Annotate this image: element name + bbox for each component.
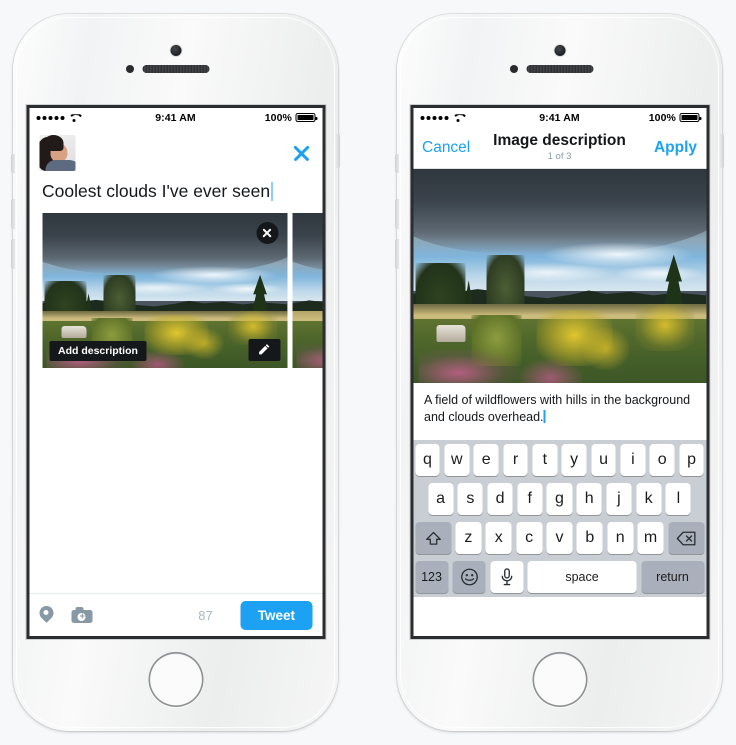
- remove-photo-icon[interactable]: [256, 221, 278, 244]
- key-a[interactable]: a: [428, 483, 454, 515]
- battery-full-icon: [295, 112, 318, 123]
- key-m[interactable]: m: [637, 522, 664, 554]
- key-d[interactable]: d: [487, 483, 513, 515]
- microphone-icon[interactable]: [490, 561, 523, 593]
- tweet-button[interactable]: Tweet: [240, 600, 312, 630]
- key-g[interactable]: g: [546, 483, 573, 515]
- volume-up-button[interactable]: [395, 199, 399, 229]
- key-r[interactable]: r: [503, 444, 528, 476]
- compose-tweet-screen: 9:41 AM 100% Coolest clouds I've ever se…: [29, 108, 322, 636]
- key-y[interactable]: y: [561, 444, 587, 476]
- numbers-key[interactable]: 123: [415, 561, 448, 593]
- key-o[interactable]: o: [649, 444, 675, 476]
- photo-scene: [413, 169, 706, 383]
- key-b[interactable]: b: [576, 522, 603, 554]
- key-l[interactable]: l: [665, 483, 691, 515]
- key-e[interactable]: e: [473, 444, 499, 476]
- earpiece-speaker: [142, 65, 209, 73]
- apply-button[interactable]: Apply: [654, 139, 697, 157]
- front-camera-icon: [554, 45, 565, 56]
- text-caret: [271, 182, 273, 201]
- keyboard-row-3: z x c v b n m: [415, 522, 705, 554]
- description-input[interactable]: A field of wildflowers with hills in the…: [413, 383, 706, 440]
- key-t[interactable]: t: [532, 444, 558, 476]
- front-camera-icon: [170, 45, 181, 56]
- compose-toolbar: + 87 Tweet: [29, 593, 322, 636]
- shift-up-arrow-icon[interactable]: [415, 522, 451, 554]
- volume-down-button[interactable]: [11, 239, 15, 269]
- avatar[interactable]: [39, 135, 75, 171]
- location-pin-icon[interactable]: [39, 606, 53, 625]
- battery-percent-label: 100%: [264, 111, 292, 124]
- status-bar-right: 100%: [264, 111, 318, 124]
- add-description-button[interactable]: Add description: [49, 340, 147, 361]
- battery-percent-label: 100%: [648, 111, 676, 124]
- onscreen-keyboard: q w e r t y u i o p a s d f g h j k l z …: [413, 440, 706, 597]
- attached-photo[interactable]: Add description: [42, 212, 287, 368]
- return-key[interactable]: return: [641, 561, 704, 593]
- power-button[interactable]: [336, 134, 340, 168]
- tweet-compose-input[interactable]: Coolest clouds I've ever seen: [29, 175, 322, 213]
- iphone-device-right: 9:41 AM 100% Cancel Image description 1 …: [395, 14, 724, 731]
- key-p[interactable]: p: [679, 444, 704, 476]
- key-j[interactable]: j: [606, 483, 632, 515]
- key-n[interactable]: n: [607, 522, 634, 554]
- silent-switch[interactable]: [395, 154, 399, 173]
- char-counter: 87: [198, 607, 213, 623]
- cancel-button[interactable]: Cancel: [422, 139, 470, 157]
- photo-preview[interactable]: [413, 169, 706, 383]
- photo-scene-preview: [292, 212, 322, 368]
- tweet-text-value: Coolest clouds I've ever seen: [42, 181, 271, 201]
- volume-down-button[interactable]: [395, 239, 399, 269]
- space-key[interactable]: space: [527, 561, 637, 593]
- status-bar-right: 100%: [648, 111, 702, 124]
- screenshot-stage: 9:41 AM 100% Coolest clouds I've ever se…: [0, 0, 736, 745]
- navigation-bar: Cancel Image description 1 of 3 Apply: [413, 127, 706, 169]
- key-k[interactable]: k: [636, 483, 662, 515]
- next-photo-preview[interactable]: [292, 212, 322, 368]
- silent-switch[interactable]: [11, 154, 15, 173]
- volume-up-button[interactable]: [11, 199, 15, 229]
- camera-add-icon[interactable]: +: [71, 607, 92, 623]
- key-h[interactable]: h: [576, 483, 602, 515]
- power-button[interactable]: [720, 134, 724, 168]
- status-bar: 9:41 AM 100%: [29, 108, 322, 127]
- image-description-screen: 9:41 AM 100% Cancel Image description 1 …: [413, 108, 706, 636]
- key-f[interactable]: f: [517, 483, 543, 515]
- key-c[interactable]: c: [516, 522, 543, 554]
- home-button[interactable]: [148, 652, 203, 707]
- key-q[interactable]: q: [415, 444, 440, 476]
- photo-carousel[interactable]: Add description: [29, 212, 322, 368]
- home-button[interactable]: [532, 652, 587, 707]
- compose-header: [29, 127, 322, 175]
- battery-full-icon: [679, 112, 702, 123]
- keyboard-row-1: q w e r t y u i o p: [415, 444, 704, 476]
- pencil-icon[interactable]: [248, 338, 280, 361]
- keyboard-row-2: a s d f g h j k l: [415, 483, 704, 515]
- description-value: A field of wildflowers with hills in the…: [424, 393, 691, 425]
- smiley-emoji-icon[interactable]: [452, 561, 486, 593]
- key-i[interactable]: i: [620, 444, 646, 476]
- proximity-sensor-icon: [510, 65, 518, 73]
- key-s[interactable]: s: [457, 483, 483, 515]
- key-v[interactable]: v: [546, 522, 573, 554]
- key-u[interactable]: u: [591, 444, 616, 476]
- proximity-sensor-icon: [126, 65, 134, 73]
- text-caret: [543, 410, 546, 424]
- backspace-delete-icon[interactable]: [668, 522, 705, 554]
- iphone-device-left: 9:41 AM 100% Coolest clouds I've ever se…: [11, 14, 340, 731]
- key-w[interactable]: w: [444, 444, 470, 476]
- earpiece-speaker: [526, 65, 593, 73]
- close-x-icon[interactable]: [290, 142, 312, 164]
- keyboard-row-4: 123 space return: [415, 561, 704, 593]
- key-z[interactable]: z: [455, 522, 482, 554]
- status-bar: 9:41 AM 100%: [413, 108, 706, 127]
- key-x[interactable]: x: [485, 522, 512, 554]
